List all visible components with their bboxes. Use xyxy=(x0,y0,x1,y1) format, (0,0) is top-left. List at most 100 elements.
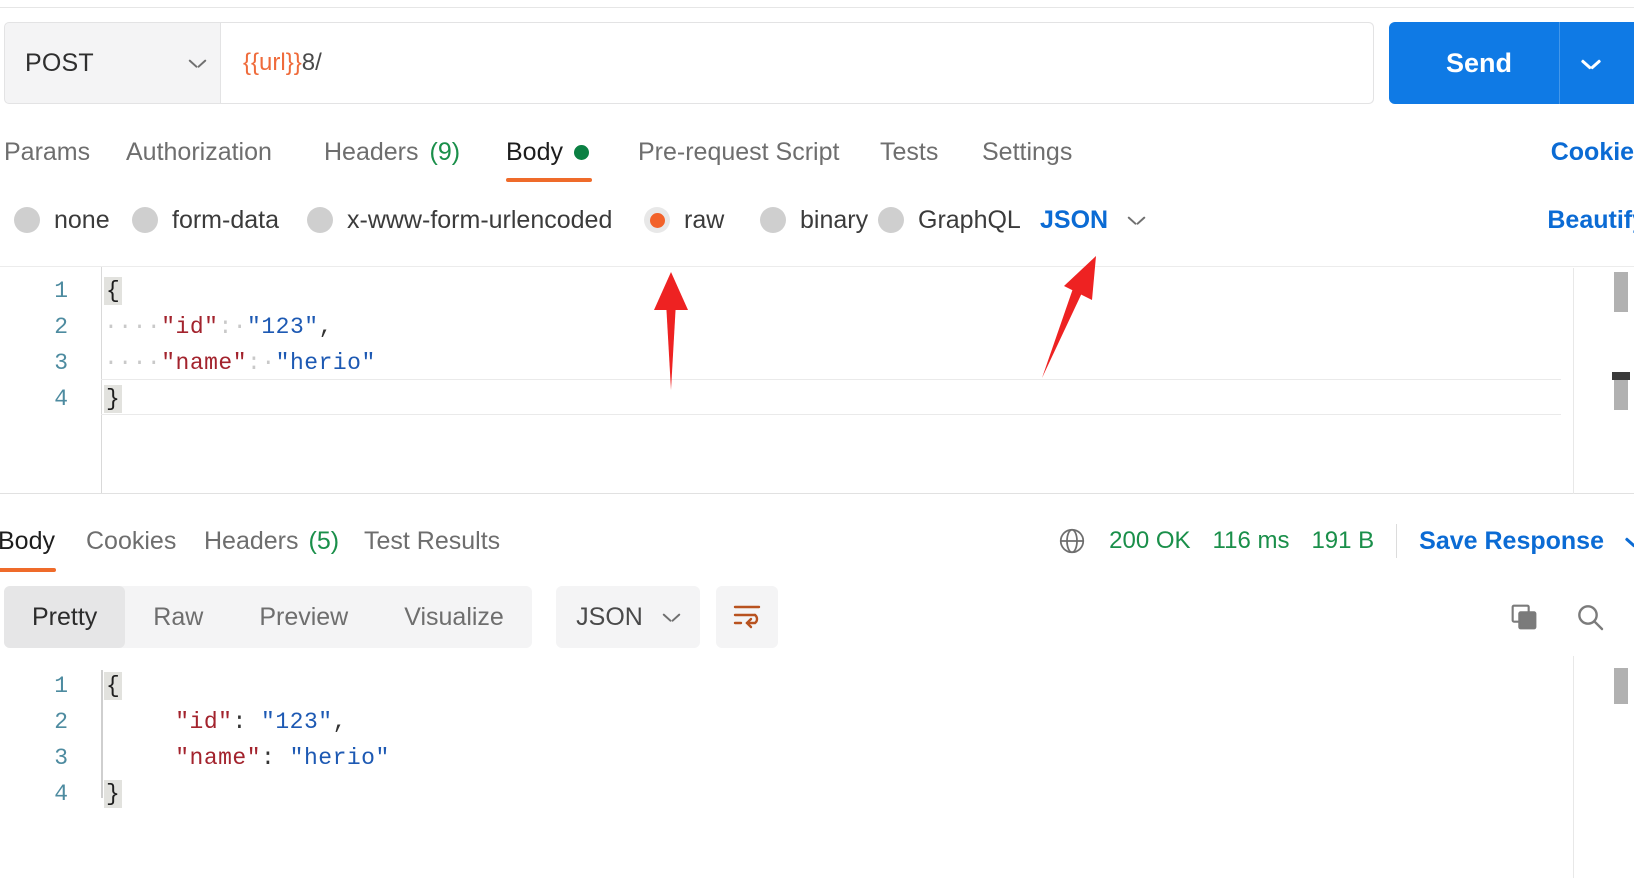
request-scroll-divider xyxy=(1573,268,1574,494)
request-tab-bar: Params Authorization Headers (9) Body Pr… xyxy=(0,124,1634,182)
code-line: 4 } xyxy=(0,381,1634,417)
response-tab-test-results[interactable]: Test Results xyxy=(364,512,500,570)
raw-format-label: JSON xyxy=(1040,205,1109,234)
body-type-label: binary xyxy=(800,205,869,234)
line-number: 1 xyxy=(54,278,68,304)
send-button[interactable]: Send xyxy=(1389,22,1634,104)
tab-settings[interactable]: Settings xyxy=(982,124,1072,180)
top-divider xyxy=(0,7,1634,8)
tab-headers[interactable]: Headers (9) xyxy=(324,124,460,180)
response-vertical-scrollbar-thumb[interactable] xyxy=(1614,668,1628,704)
code-key: "name" xyxy=(175,745,262,771)
tab-label: Cookies xyxy=(86,526,177,555)
view-mode-preview[interactable]: Preview xyxy=(231,586,376,648)
tab-params[interactable]: Params xyxy=(4,124,90,180)
meta-divider xyxy=(1396,524,1398,558)
code-indent: ···· xyxy=(104,314,162,340)
tab-pre-request-script[interactable]: Pre-request Script xyxy=(638,124,839,180)
raw-format-dropdown[interactable]: JSON xyxy=(1040,192,1145,248)
code-line: 4 } xyxy=(0,776,1634,812)
code-punct: , xyxy=(332,709,347,735)
search-icon[interactable] xyxy=(1574,601,1606,633)
code-separator: :· xyxy=(218,314,248,340)
tab-body[interactable]: Body xyxy=(506,124,589,180)
chevron-down-icon[interactable] xyxy=(1582,58,1600,69)
tab-label: Headers xyxy=(324,137,419,166)
response-format-label: JSON xyxy=(576,602,643,631)
view-mode-label: Visualize xyxy=(404,602,504,631)
tab-label: Tests xyxy=(880,137,939,166)
code-line: 3 "name": "herio" xyxy=(0,740,1634,776)
beautify-button[interactable]: Beautify xyxy=(1547,192,1634,248)
wrap-lines-icon xyxy=(731,601,763,634)
view-mode-raw[interactable]: Raw xyxy=(125,586,231,648)
save-response-button[interactable]: Save Response xyxy=(1419,527,1604,556)
body-type-raw[interactable]: raw xyxy=(644,192,724,248)
code-punct: , xyxy=(318,314,333,340)
response-tab-headers[interactable]: Headers (5) xyxy=(204,512,339,570)
line-number: 2 xyxy=(54,709,68,735)
code-separator: : xyxy=(261,745,290,771)
wrap-lines-button[interactable] xyxy=(716,586,778,648)
code-key: "name" xyxy=(161,350,248,376)
response-body-editor[interactable]: 1 { 2 "id": "123", 3 "name": "herio" 4 } xyxy=(0,656,1634,856)
tab-count: (9) xyxy=(429,137,461,166)
tab-label: Headers xyxy=(204,526,299,555)
status-code: 200 OK xyxy=(1109,527,1191,554)
code-line: 2 ····"id":·"123", xyxy=(0,309,1634,345)
response-scroll-divider xyxy=(1573,656,1574,878)
request-url-bar: POST {{url}} 8/ Send xyxy=(0,22,1634,104)
tab-label: Authorization xyxy=(126,137,272,166)
body-type-x-www-form-urlencoded[interactable]: x-www-form-urlencoded xyxy=(307,192,612,248)
url-input-group: POST {{url}} 8/ xyxy=(4,22,1374,104)
body-type-graphql[interactable]: GraphQL xyxy=(878,192,1021,248)
cookies-link[interactable]: Cookies xyxy=(1551,124,1634,180)
code-key: "id" xyxy=(175,709,233,735)
copy-icon[interactable] xyxy=(1508,601,1540,633)
active-tab-underline xyxy=(506,178,592,182)
radio-icon xyxy=(878,207,904,233)
chevron-down-icon[interactable] xyxy=(1626,536,1634,547)
response-meta-bar: Body Cookies Headers (5) Test Results 20… xyxy=(0,512,1634,572)
line-number: 1 xyxy=(54,673,68,699)
http-method-dropdown[interactable]: POST xyxy=(5,23,221,103)
line-number: 3 xyxy=(54,350,68,376)
tab-label: Pre-request Script xyxy=(638,137,840,166)
radio-icon xyxy=(132,207,158,233)
response-view-toolbar: Pretty Raw Preview Visualize JSON xyxy=(0,586,1634,648)
tab-tests[interactable]: Tests xyxy=(880,124,938,180)
response-time: 116 ms xyxy=(1212,527,1290,554)
send-button-label: Send xyxy=(1445,47,1512,78)
url-input[interactable]: {{url}} 8/ xyxy=(221,23,1373,103)
code-brace: } xyxy=(104,385,123,413)
body-type-binary[interactable]: binary xyxy=(760,192,868,248)
response-actions xyxy=(1508,586,1606,648)
response-format-dropdown[interactable]: JSON xyxy=(556,586,700,648)
body-type-none[interactable]: none xyxy=(14,192,110,248)
globe-icon xyxy=(1057,526,1087,556)
request-vertical-scrollbar-thumb-2[interactable] xyxy=(1614,380,1628,410)
chevron-down-icon xyxy=(1128,215,1145,225)
code-brace: } xyxy=(104,780,123,808)
view-mode-visualize[interactable]: Visualize xyxy=(376,586,532,648)
http-method-label: POST xyxy=(25,48,94,77)
response-tab-body[interactable]: Body xyxy=(0,512,55,570)
request-body-editor[interactable]: 1 { 2 ····"id":·"123", 3 ····"name":·"he… xyxy=(0,266,1634,494)
tab-label: Test Results xyxy=(364,526,501,555)
body-type-label: x-www-form-urlencoded xyxy=(347,205,613,234)
request-vertical-scrollbar-thumb[interactable] xyxy=(1614,272,1628,312)
body-type-selector: none form-data x-www-form-urlencoded raw… xyxy=(0,192,1634,248)
code-value: "123" xyxy=(247,314,319,340)
code-separator: :· xyxy=(247,350,276,376)
tab-authorization[interactable]: Authorization xyxy=(126,124,272,180)
tab-label: Body xyxy=(506,137,563,166)
code-value: "herio" xyxy=(275,350,376,376)
radio-icon xyxy=(307,207,333,233)
body-type-form-data[interactable]: form-data xyxy=(132,192,279,248)
code-line: 1 { xyxy=(0,273,1634,309)
line-number: 4 xyxy=(54,386,68,412)
code-brace: { xyxy=(104,277,123,305)
response-tab-cookies[interactable]: Cookies xyxy=(86,512,176,570)
view-mode-pretty[interactable]: Pretty xyxy=(4,586,126,648)
